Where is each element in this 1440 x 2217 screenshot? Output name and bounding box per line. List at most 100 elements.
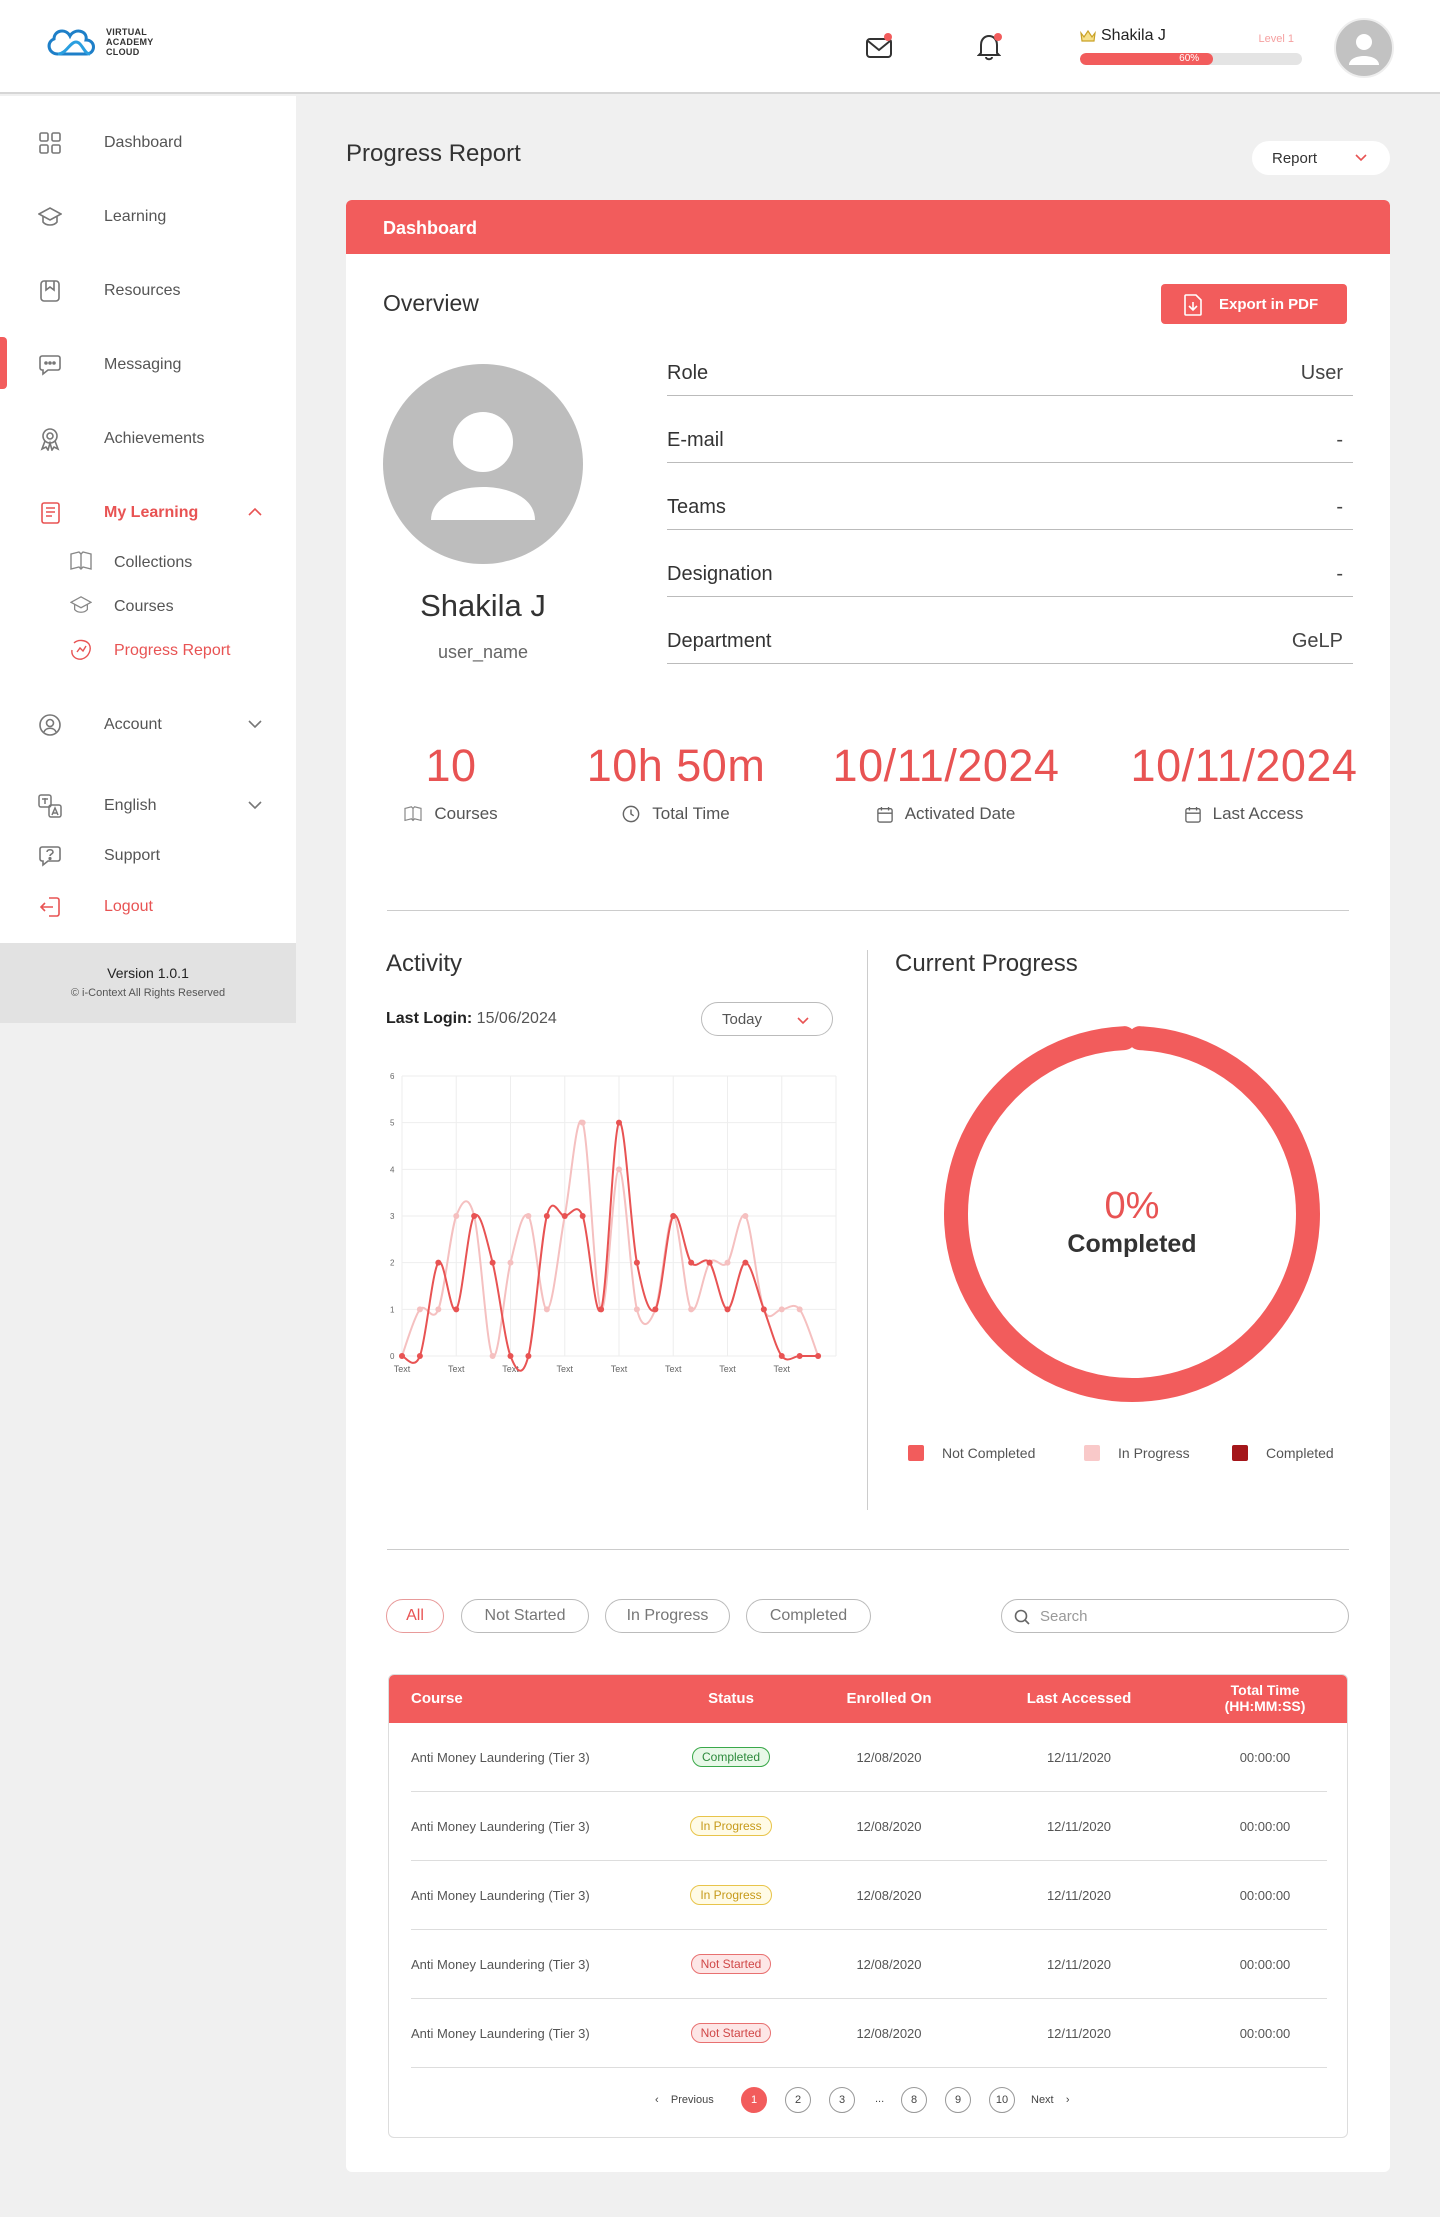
- table-row[interactable]: Anti Money Laundering (Tier 3) In Progres…: [411, 1861, 1327, 1930]
- level-progress-bar: 60%: [1080, 53, 1302, 65]
- sidebar-subitem-progress-report[interactable]: Progress Report: [0, 636, 296, 666]
- sidebar-item-account[interactable]: Account: [0, 705, 296, 745]
- avatar[interactable]: [1334, 18, 1394, 78]
- y-tick-label: 3: [390, 1212, 395, 1221]
- x-tick-label: Text: [394, 1364, 411, 1374]
- stat-label: Last Access: [1212, 804, 1304, 823]
- report-select[interactable]: Report: [1252, 141, 1390, 175]
- mail-button[interactable]: [862, 30, 896, 64]
- award-icon: [38, 427, 62, 451]
- data-point: [507, 1353, 514, 1359]
- cell-total-time: 00:00:00: [1239, 1750, 1291, 1765]
- data-point: [616, 1166, 622, 1173]
- cell-status: In Progress: [681, 1885, 781, 1905]
- info-key: Department: [667, 630, 772, 652]
- sidebar-subitem-courses[interactable]: Courses: [0, 592, 296, 622]
- graduation-cap-icon: [38, 205, 62, 229]
- data-point: [579, 1213, 586, 1219]
- status-badge: In Progress: [690, 1816, 772, 1836]
- table-row[interactable]: Anti Money Laundering (Tier 3) Completed 1…: [411, 1723, 1327, 1792]
- filter-not-started[interactable]: Not Started: [461, 1599, 589, 1633]
- sidebar-subitem-label: Courses: [114, 598, 174, 615]
- cell-enrolled: 12/08/2020: [856, 1888, 922, 1903]
- y-tick-label: 4: [390, 1165, 395, 1174]
- data-point: [688, 1306, 695, 1313]
- user-level: Level 1: [1258, 33, 1294, 45]
- sidebar-item-language[interactable]: English: [0, 786, 296, 826]
- level-progress-fill: 60%: [1080, 53, 1214, 65]
- data-point: [598, 1306, 605, 1313]
- sidebar-item-logout[interactable]: Logout: [0, 887, 296, 927]
- data-point: [796, 1306, 803, 1313]
- export-pdf-button[interactable]: Export in PDF: [1161, 284, 1347, 324]
- data-point: [579, 1119, 586, 1126]
- legend-label: Completed: [1266, 1445, 1334, 1461]
- page-button[interactable]: 9: [945, 2087, 971, 2113]
- courses-table: Course Status Enrolled On Last Accessed …: [388, 1674, 1348, 2138]
- status-badge: Not Started: [690, 1954, 772, 1974]
- next-button[interactable]: Next ›: [1031, 2094, 1070, 2106]
- page-button[interactable]: 8: [901, 2087, 927, 2113]
- cell-last-accessed: 12/11/2020: [1046, 1888, 1112, 1903]
- filter-all[interactable]: All: [386, 1599, 444, 1633]
- table-row[interactable]: Anti Money Laundering (Tier 3) Not Starte…: [411, 1930, 1327, 1999]
- data-point: [778, 1306, 785, 1313]
- bookmark-icon: [38, 279, 62, 303]
- activity-chart: 0123456Text Text Text Text Text Text Text Text: [390, 1072, 837, 1374]
- cell-last-accessed: 12/11/2020: [1046, 1957, 1112, 1972]
- page-button[interactable]: 10: [989, 2087, 1015, 2113]
- sidebar-item-learning[interactable]: Learning: [0, 197, 296, 237]
- chevron-down-icon[interactable]: [246, 796, 264, 819]
- graduation-cap-icon: [69, 595, 93, 617]
- notification-dot: [884, 33, 892, 41]
- chevron-down-icon[interactable]: [246, 715, 264, 738]
- sidebar-item-support[interactable]: Support: [0, 836, 296, 876]
- pdf-download-icon: [1184, 294, 1202, 316]
- column-header-status: Status: [708, 1690, 754, 1707]
- data-point: [453, 1306, 460, 1313]
- data-point: [507, 1259, 514, 1266]
- filter-completed[interactable]: Completed: [746, 1599, 871, 1633]
- calendar-icon: [1184, 806, 1201, 823]
- search-icon: [1014, 1609, 1030, 1625]
- notifications-button[interactable]: [972, 30, 1006, 64]
- cell-status: Completed: [681, 1747, 781, 1767]
- sidebar-item-dashboard[interactable]: Dashboard: [0, 123, 296, 163]
- page-button[interactable]: 3: [829, 2087, 855, 2113]
- chevron-up-icon[interactable]: [246, 503, 264, 526]
- search-input[interactable]: Search: [1001, 1599, 1349, 1633]
- y-tick-label: 1: [390, 1305, 395, 1314]
- sidebar-item-my-learning[interactable]: My Learning: [0, 493, 296, 533]
- user-level-widget[interactable]: Shakila J Level 1 60%: [1080, 27, 1302, 65]
- filter-in-progress[interactable]: In Progress: [605, 1599, 730, 1633]
- cell-status: In Progress: [681, 1816, 781, 1836]
- calendar-icon: [876, 806, 893, 823]
- sidebar-subitem-label: Progress Report: [114, 642, 231, 659]
- table-row[interactable]: Anti Money Laundering (Tier 3) Not Starte…: [411, 1999, 1327, 2068]
- sidebar-item-achievements[interactable]: Achievements: [0, 419, 296, 459]
- logo[interactable]: VIRTUAL ACADEMY CLOUD: [44, 24, 154, 60]
- table-row[interactable]: Anti Money Laundering (Tier 3) In Progres…: [411, 1792, 1327, 1861]
- data-point: [435, 1306, 442, 1313]
- column-header-last-accessed: Last Accessed: [1026, 1690, 1132, 1707]
- x-tick-label: Text: [448, 1364, 465, 1374]
- data-point: [742, 1259, 749, 1266]
- sidebar-item-resources[interactable]: Resources: [0, 271, 296, 311]
- page-button[interactable]: 1: [741, 2087, 767, 2113]
- previous-button[interactable]: ‹ Previous: [655, 2094, 714, 2106]
- divider: [387, 1549, 1349, 1550]
- logout-icon: [38, 895, 62, 919]
- sidebar-item-label: Dashboard: [104, 134, 183, 151]
- cell-enrolled: 12/08/2020: [856, 1750, 922, 1765]
- cell-enrolled: 12/08/2020: [856, 1819, 922, 1834]
- chevron-down-icon: [1355, 154, 1367, 162]
- sidebar-subitem-collections[interactable]: Collections: [0, 548, 296, 578]
- data-point: [633, 1306, 640, 1313]
- page-button[interactable]: 2: [785, 2087, 811, 2113]
- current-progress-title: Current Progress: [895, 950, 1078, 977]
- period-select[interactable]: Today: [701, 1002, 833, 1036]
- export-pdf-label: Export in PDF: [1219, 295, 1319, 313]
- cell-last-accessed: 12/11/2020: [1046, 1750, 1112, 1765]
- sidebar-item-messaging[interactable]: Messaging: [0, 345, 296, 385]
- legend-label: In Progress: [1118, 1445, 1190, 1461]
